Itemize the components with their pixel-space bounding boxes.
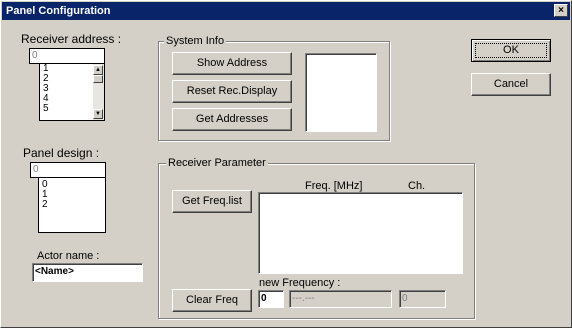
- reset-rec-display-button[interactable]: Reset Rec.Display: [172, 80, 292, 103]
- new-frequency-label: new Frequency :: [259, 277, 341, 289]
- get-addresses-button[interactable]: Get Addresses: [172, 108, 292, 131]
- frequency-list[interactable]: [258, 192, 463, 274]
- list-item[interactable]: 2: [39, 200, 105, 210]
- show-address-button[interactable]: Show Address: [172, 52, 292, 75]
- channel-value-field[interactable]: 0: [399, 290, 446, 308]
- get-freq-list-button[interactable]: Get Freq.list: [172, 190, 252, 213]
- scroll-thumb[interactable]: [93, 75, 103, 83]
- list-item[interactable]: 0: [39, 180, 105, 190]
- receiver-address-label: Receiver address :: [21, 32, 122, 46]
- channel-column-header: Ch.: [408, 180, 426, 192]
- window-title: Panel Configuration: [6, 5, 111, 17]
- list-item[interactable]: 1: [39, 190, 105, 200]
- actor-name-label: Actor name :: [37, 250, 100, 262]
- close-icon[interactable]: ×: [554, 4, 568, 17]
- scroll-down-icon[interactable]: ▼: [93, 109, 103, 119]
- title-bar[interactable]: Panel Configuration ×: [2, 2, 570, 20]
- panel-configuration-dialog: Panel Configuration × Receiver address :…: [0, 0, 572, 328]
- clear-freq-button[interactable]: Clear Freq: [172, 289, 252, 312]
- system-info-title: System Info: [164, 35, 227, 47]
- frequency-index-field[interactable]: 0: [258, 290, 284, 308]
- panel-design-input[interactable]: 0: [30, 162, 106, 178]
- ok-button[interactable]: OK: [471, 39, 551, 62]
- cancel-button[interactable]: Cancel: [471, 73, 551, 96]
- freq-column-header: Freq. [MHz]: [305, 180, 363, 192]
- frequency-value-field[interactable]: ---.---: [289, 290, 392, 308]
- receiver-address-list[interactable]: 12345 ▲ ▼: [39, 64, 105, 121]
- scroll-up-icon[interactable]: ▲: [93, 65, 103, 75]
- receiver-address-scrollbar[interactable]: ▲ ▼: [93, 64, 104, 120]
- panel-design-list[interactable]: 012: [38, 178, 106, 233]
- focus-rectangle: [475, 43, 547, 58]
- actor-name-field[interactable]: <Name>: [32, 263, 143, 282]
- receiver-parameter-title: Receiver Parameter: [166, 157, 268, 169]
- receiver-address-input[interactable]: 0: [29, 48, 105, 64]
- panel-design-label: Panel design :: [23, 146, 100, 160]
- system-info-display: [305, 53, 377, 132]
